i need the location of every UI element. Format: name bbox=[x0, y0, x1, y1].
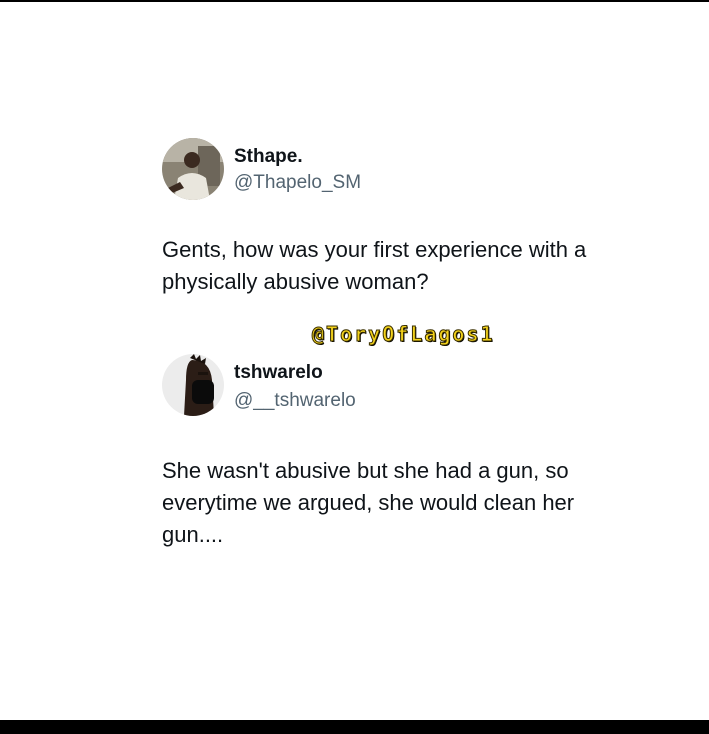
avatar-sthape[interactable] bbox=[162, 138, 224, 200]
avatar-photo-icon bbox=[162, 138, 224, 200]
avatar-photo-icon bbox=[162, 354, 224, 416]
tweet-text-line: physically abusive woman? bbox=[162, 269, 429, 294]
display-name[interactable]: tshwarelo bbox=[234, 362, 323, 384]
tweet-text: Gents, how was your first experience wit… bbox=[162, 234, 662, 298]
bottom-bar bbox=[0, 720, 709, 734]
tweet-text: She wasn't abusive but she had a gun, so… bbox=[162, 455, 662, 551]
avatar-tshwarelo[interactable] bbox=[162, 354, 224, 416]
display-name[interactable]: Sthape. bbox=[234, 146, 303, 168]
tweet-text-line: Gents, how was your first experience wit… bbox=[162, 237, 587, 262]
tweet-text-line: She wasn't abusive but she had a gun, so bbox=[162, 458, 569, 483]
user-handle[interactable]: @__tshwarelo bbox=[234, 390, 356, 412]
watermark: @ToryOfLagos1 bbox=[312, 322, 495, 347]
tweet-text-line: gun.... bbox=[162, 522, 224, 547]
tweet-text-line: everytime we argued, she would clean her bbox=[162, 490, 575, 515]
user-handle[interactable]: @Thapelo_SM bbox=[234, 172, 361, 194]
top-edge-line bbox=[0, 0, 709, 2]
